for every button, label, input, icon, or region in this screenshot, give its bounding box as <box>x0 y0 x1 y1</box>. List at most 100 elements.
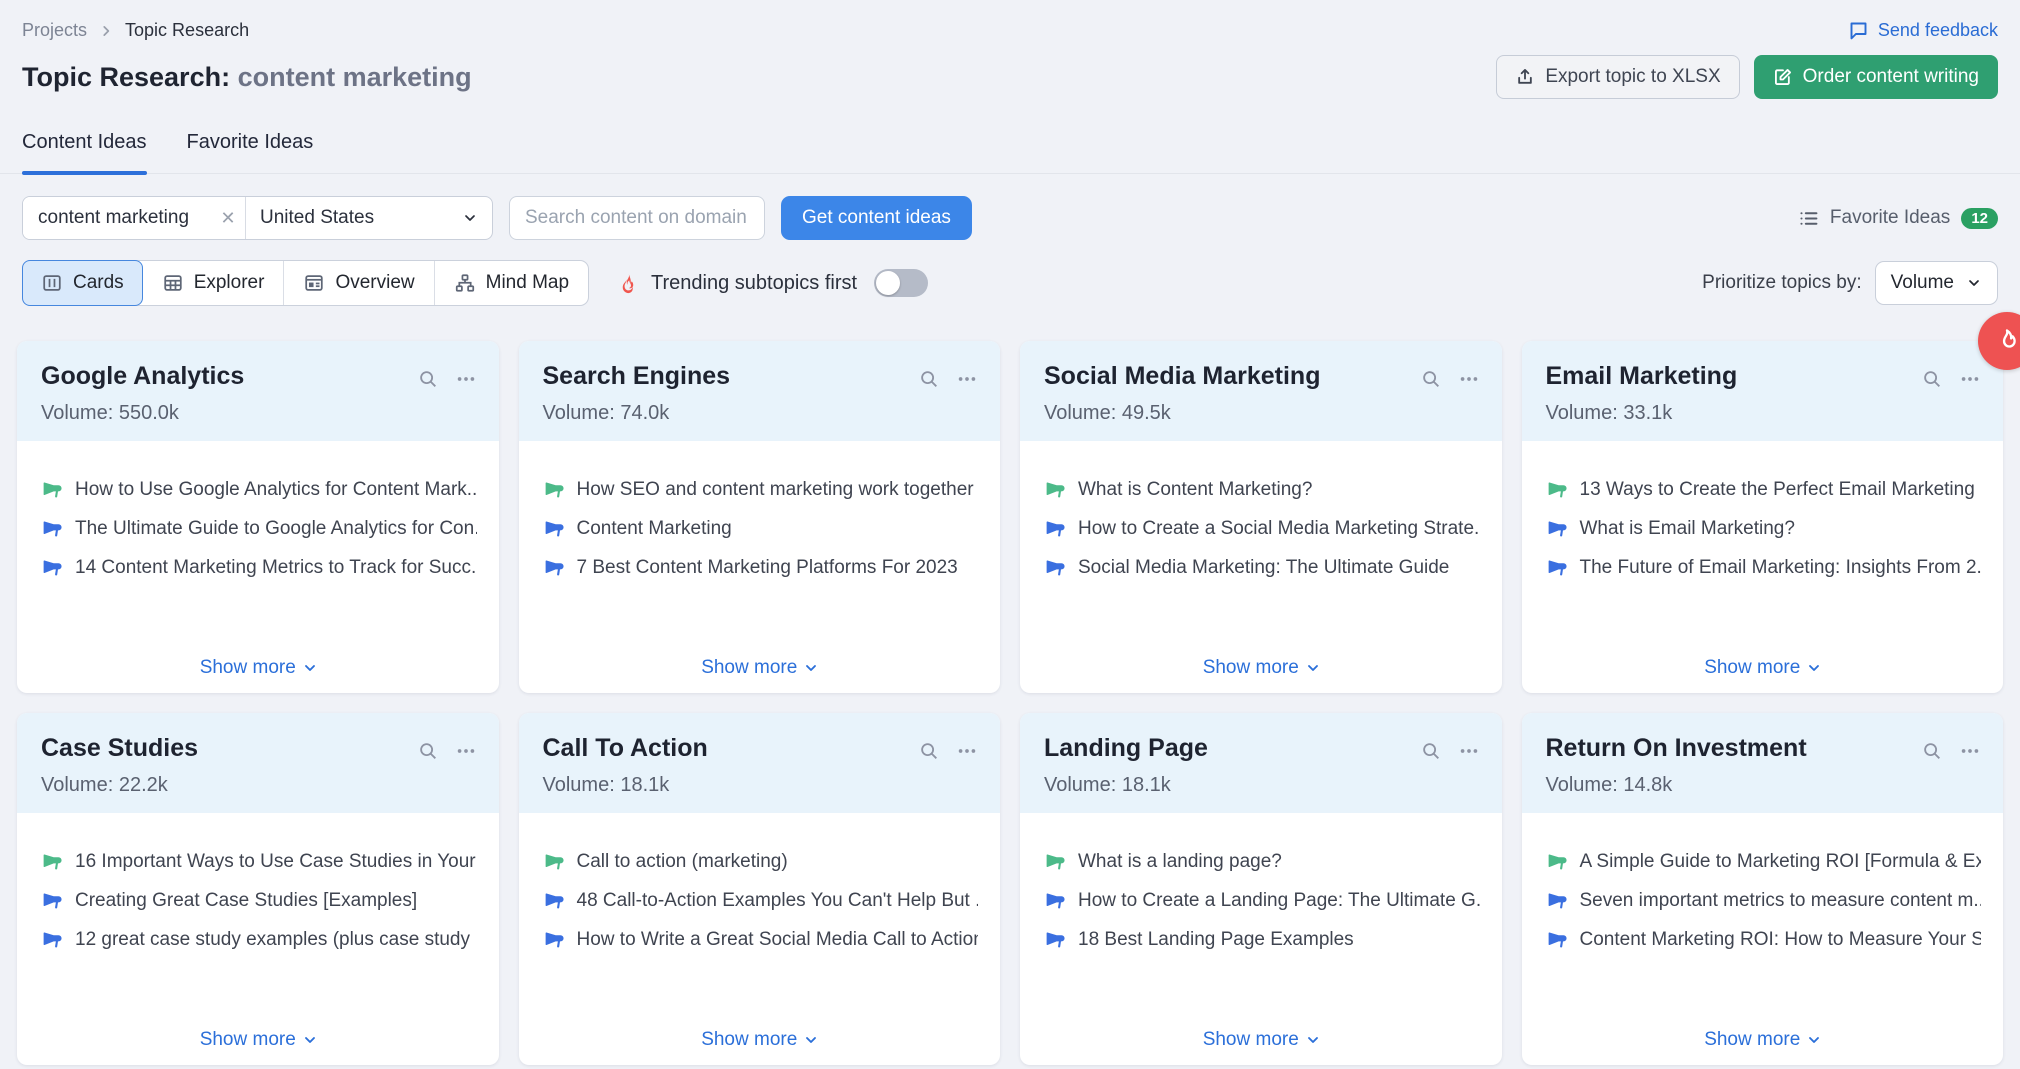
search-icon[interactable] <box>1420 368 1442 390</box>
idea-text: What is Email Marketing? <box>1580 518 1795 540</box>
megaphone-icon <box>1044 852 1065 873</box>
list-icon <box>1798 208 1819 229</box>
idea-item[interactable]: Content Marketing ROI: How to Measure Yo… <box>1546 929 1982 951</box>
megaphone-icon <box>1546 558 1567 579</box>
breadcrumb-projects[interactable]: Projects <box>22 20 87 41</box>
favorite-ideas-link[interactable]: Favorite Ideas 12 <box>1798 207 1998 229</box>
idea-item[interactable]: Social Media Marketing: The Ultimate Gui… <box>1044 557 1480 579</box>
show-more-button[interactable]: Show more <box>200 1029 318 1051</box>
flame-icon <box>1993 327 2020 355</box>
show-more-button[interactable]: Show more <box>1203 1029 1321 1051</box>
search-icon[interactable] <box>1921 368 1943 390</box>
trending-toggle[interactable] <box>874 269 928 297</box>
idea-item[interactable]: 16 Important Ways to Use Case Studies in… <box>41 851 477 873</box>
show-more-label: Show more <box>1704 1029 1800 1051</box>
idea-item[interactable]: 13 Ways to Create the Perfect Email Mark… <box>1546 479 1982 501</box>
show-more-button[interactable]: Show more <box>1203 657 1321 679</box>
export-label: Export topic to XLSX <box>1545 66 1720 88</box>
show-more-button[interactable]: Show more <box>701 657 819 679</box>
send-feedback-link[interactable]: Send feedback <box>1848 20 1998 41</box>
tab-favorite-ideas[interactable]: Favorite Ideas <box>187 131 314 173</box>
ellipsis-menu-icon[interactable] <box>455 368 477 390</box>
country-select[interactable]: United States <box>246 197 492 239</box>
card-volume: Volume: 22.2k <box>41 774 198 797</box>
ellipsis-menu-icon[interactable] <box>455 740 477 762</box>
idea-item[interactable]: What is Email Marketing? <box>1546 518 1982 540</box>
search-icon[interactable] <box>918 740 940 762</box>
volume-value: 74.0k <box>620 402 669 424</box>
topic-card: Google Analytics Volume: 550.0k How to U… <box>17 341 499 693</box>
idea-item[interactable]: How to Create a Social Media Marketing S… <box>1044 518 1480 540</box>
idea-item[interactable]: Call to action (marketing) <box>543 851 979 873</box>
idea-item[interactable]: 12 great case study examples (plus case … <box>41 929 477 951</box>
idea-item[interactable]: 18 Best Landing Page Examples <box>1044 929 1480 951</box>
search-icon[interactable] <box>1420 740 1442 762</box>
megaphone-icon <box>1546 930 1567 951</box>
megaphone-icon <box>41 891 62 912</box>
breadcrumb: Projects Topic Research <box>22 20 249 41</box>
card-body: Call to action (marketing) 48 Call-to-Ac… <box>519 813 1001 1065</box>
search-icon[interactable] <box>417 368 439 390</box>
idea-item[interactable]: How to Create a Landing Page: The Ultima… <box>1044 890 1480 912</box>
view-overview-button[interactable]: Overview <box>284 261 434 305</box>
card-title: Search Engines <box>543 362 731 391</box>
view-cards-label: Cards <box>73 272 124 294</box>
feedback-label: Send feedback <box>1878 20 1998 41</box>
idea-item[interactable]: How SEO and content marketing work toget… <box>543 479 979 501</box>
prioritize-select[interactable]: Volume <box>1875 261 1998 305</box>
domain-search-input[interactable] <box>509 196 765 240</box>
idea-item[interactable]: How to Use Google Analytics for Content … <box>41 479 477 501</box>
card-body: 13 Ways to Create the Perfect Email Mark… <box>1522 441 2004 693</box>
top-row: Projects Topic Research Send feedback <box>0 0 2020 41</box>
show-more-button[interactable]: Show more <box>1704 1029 1822 1051</box>
idea-item[interactable]: What is a landing page? <box>1044 851 1480 873</box>
card-volume: Volume: 14.8k <box>1546 774 1807 797</box>
ellipsis-menu-icon[interactable] <box>1959 368 1981 390</box>
ellipsis-menu-icon[interactable] <box>1959 740 1981 762</box>
idea-item[interactable]: What is Content Marketing? <box>1044 479 1480 501</box>
title-row: Topic Research: content marketing Export… <box>0 41 2020 99</box>
view-cards-button[interactable]: Cards <box>22 260 143 306</box>
idea-item[interactable]: How to Write a Great Social Media Call t… <box>543 929 979 951</box>
clear-keyword-icon[interactable]: ✕ <box>211 197 245 239</box>
megaphone-icon <box>1546 480 1567 501</box>
ellipsis-menu-icon[interactable] <box>1458 368 1480 390</box>
idea-item[interactable]: A Simple Guide to Marketing ROI [Formula… <box>1546 851 1982 873</box>
table-icon <box>162 272 184 294</box>
ellipsis-menu-icon[interactable] <box>956 368 978 390</box>
search-icon[interactable] <box>918 368 940 390</box>
ellipsis-menu-icon[interactable] <box>1458 740 1480 762</box>
idea-item[interactable]: Creating Great Case Studies [Examples] <box>41 890 477 912</box>
idea-item[interactable]: 48 Call-to-Action Examples You Can't Hel… <box>543 890 979 912</box>
order-content-writing-button[interactable]: Order content writing <box>1754 55 1998 99</box>
page-title: Topic Research: content marketing <box>22 62 472 93</box>
search-icon[interactable] <box>417 740 439 762</box>
idea-item[interactable]: 7 Best Content Marketing Platforms For 2… <box>543 557 979 579</box>
search-icon[interactable] <box>1921 740 1943 762</box>
megaphone-icon <box>543 480 564 501</box>
card-header: Social Media Marketing Volume: 49.5k <box>1020 341 1502 441</box>
topic-card: Return On Investment Volume: 14.8k A Sim… <box>1522 713 2004 1065</box>
idea-text: 7 Best Content Marketing Platforms For 2… <box>577 557 958 579</box>
idea-item[interactable]: 14 Content Marketing Metrics to Track fo… <box>41 557 477 579</box>
tab-content-ideas[interactable]: Content Ideas <box>22 131 147 173</box>
keyword-input[interactable] <box>23 197 211 239</box>
get-content-ideas-button[interactable]: Get content ideas <box>781 196 972 240</box>
show-more-button[interactable]: Show more <box>701 1029 819 1051</box>
export-xlsx-button[interactable]: Export topic to XLSX <box>1496 55 1739 99</box>
idea-item[interactable]: The Ultimate Guide to Google Analytics f… <box>41 518 477 540</box>
show-more-button[interactable]: Show more <box>200 657 318 679</box>
volume-label: Volume: <box>543 402 615 424</box>
show-more-button[interactable]: Show more <box>1704 657 1822 679</box>
view-mindmap-button[interactable]: Mind Map <box>435 261 588 305</box>
card-body: How to Use Google Analytics for Content … <box>17 441 499 693</box>
trending-subtopics-control: Trending subtopics first <box>617 269 928 297</box>
idea-item[interactable]: Seven important metrics to measure conte… <box>1546 890 1982 912</box>
idea-text: 16 Important Ways to Use Case Studies in… <box>75 851 477 873</box>
megaphone-icon <box>1044 930 1065 951</box>
view-explorer-button[interactable]: Explorer <box>143 261 285 305</box>
idea-item[interactable]: The Future of Email Marketing: Insights … <box>1546 557 1982 579</box>
ellipsis-menu-icon[interactable] <box>956 740 978 762</box>
show-more-label: Show more <box>701 1029 797 1051</box>
idea-item[interactable]: Content Marketing <box>543 518 979 540</box>
